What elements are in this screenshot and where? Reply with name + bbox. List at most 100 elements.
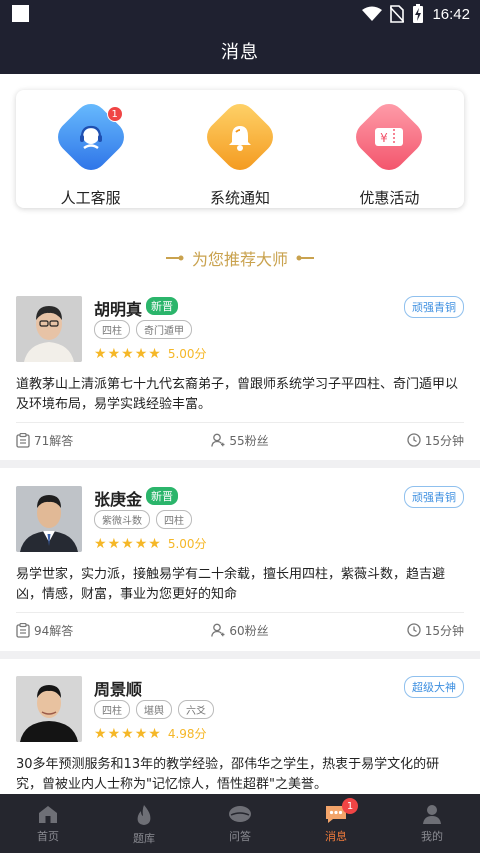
master-stats: 71解答 55粉丝 15分钟 [16,430,464,450]
avatar [16,296,82,362]
star-icon: ★ [148,535,161,552]
quick-action-customer-service[interactable]: 1 人工客服 [16,90,165,208]
flame-icon [137,805,151,825]
master-name: 张庚金 [94,490,143,509]
arrow-left-deco-icon [296,255,314,261]
skill-tag: 堪舆 [136,700,172,719]
card-separator [0,651,480,659]
answers-stat: 71解答 [16,432,73,449]
star-icon: ★ [134,535,148,552]
avatar [16,676,82,742]
top-navbar: 消息 [0,28,480,74]
star-icon: ★ [134,725,148,742]
qa-icon [229,806,251,822]
answers-count: 71解答 [34,433,74,448]
skill-tag: 奇门遁甲 [136,320,192,339]
time-stat: 15分钟 [407,622,464,639]
skill-tag: 六爻 [178,700,214,719]
tab-home[interactable]: 首页 [0,794,96,853]
content-scroll[interactable]: 1 人工客服 系统通知 ¥ 优惠活动 为您推荐大师 胡明真 新晋 顽强青铜 四柱… [0,74,480,794]
fans-count: 55粉丝 [229,433,269,448]
rating-score: 5.00分 [167,537,207,551]
tab-label: 首页 [37,830,59,843]
divider [16,612,464,613]
star-icon: ★ [134,345,148,362]
profile-icon [423,805,441,824]
no-sim-icon [390,5,405,23]
rating-score: 5.00分 [167,347,207,361]
answers-stat: 94解答 [16,622,73,639]
status-bar: 16:42 [0,0,480,28]
clock: 16:42 [432,5,470,23]
new-badge: 新晋 [146,297,178,315]
master-description: 易学世家，实力派，接触易学有二十余载，擅长用四柱，紫薇斗数，趋吉避凶，情感，财富… [16,567,446,602]
fans-stat: 60粉丝 [211,622,269,639]
recommend-section-title: 为您推荐大师 [0,246,480,270]
home-icon [39,806,57,823]
star-icon: ★ [94,345,107,362]
quick-action-promotions[interactable]: ¥ 优惠活动 [315,90,464,208]
card-separator [0,460,480,468]
star-icon: ★ [94,725,107,742]
skill-tags: 四柱 堪舆 六爻 [94,700,214,719]
coupon-icon: ¥ [375,127,404,146]
master-description: 道教茅山上清派第七十九代玄裔弟子，曾跟师系统学习子平四柱、奇门遁甲以及环境布局，… [16,377,459,412]
page-title: 消息 [221,42,259,63]
clipboard-icon [16,622,30,638]
star-icon: ★ [121,345,134,362]
avatar [16,486,82,552]
star-icon: ★ [121,535,134,552]
person-icon [211,623,225,637]
master-card[interactable]: 张庚金 新晋 顽强青铜 紫微斗数 四柱 ★ ★ ★ ★ ★ 5.00分 易学世家… [0,486,480,656]
level-badge: 超级大神 [404,676,464,698]
star-icon: ★ [148,345,161,362]
rating-score: 4.98分 [167,727,207,741]
divider [16,422,464,423]
clock-icon [407,433,421,447]
recommend-title-text: 为您推荐大师 [191,250,288,269]
quick-action-label: 优惠活动 [359,189,420,207]
master-name: 胡明真 [94,300,143,319]
quick-action-label: 系统通知 [209,189,270,207]
skill-tags: 紫微斗数 四柱 [94,510,192,529]
tab-label: 消息 [325,830,347,843]
skill-tag: 四柱 [94,320,130,339]
new-badge: 新晋 [146,487,178,505]
tab-qa[interactable]: 问答 [192,794,288,853]
quick-actions-card: 1 人工客服 系统通知 ¥ 优惠活动 [16,90,464,208]
bottom-tab-bar: 首页 题库 问答 1 消息 我的 [0,794,480,853]
rating: ★ ★ ★ ★ ★ 4.98分 [94,725,207,742]
skill-tag: 四柱 [156,510,192,529]
skill-tag: 紫微斗数 [94,510,150,529]
tab-messages[interactable]: 1 消息 [288,794,384,853]
star-icon: ★ [148,725,161,742]
tab-profile[interactable]: 我的 [384,794,480,853]
bell-icon [228,125,251,151]
star-icon: ★ [121,725,134,742]
messages-badge: 1 [342,798,358,814]
notification-square-icon [12,5,29,22]
tab-question-bank[interactable]: 题库 [96,794,192,853]
star-icon: ★ [107,535,121,552]
level-badge: 顽强青铜 [404,296,464,318]
clock-icon [407,623,421,637]
star-icon: ★ [107,725,121,742]
master-card[interactable]: 胡明真 新晋 顽强青铜 四柱 奇门遁甲 ★ ★ ★ ★ ★ 5.00分 道教茅山… [0,296,480,466]
person-icon [211,433,225,447]
quick-action-system-notice[interactable]: 系统通知 [165,90,314,208]
time-stat: 15分钟 [407,432,464,449]
fans-count: 60粉丝 [229,623,269,638]
master-name: 周景顺 [94,680,143,699]
star-icon: ★ [107,345,121,362]
clipboard-icon [16,432,30,448]
fans-stat: 55粉丝 [211,432,269,449]
arrow-right-deco-icon [165,255,184,261]
master-card[interactable]: 周景顺 超级大神 四柱 堪舆 六爻 ★ ★ ★ ★ ★ 4.98分 30多年预测… [0,676,480,794]
skill-tags: 四柱 奇门遁甲 [94,320,192,339]
battery-charging-icon [413,4,424,23]
skill-tag: 四柱 [94,700,130,719]
tab-label: 题库 [133,832,155,845]
svg-text:¥: ¥ [380,131,388,145]
master-description: 30多年预测服务和13年的教学经验，邵伟华之学生，热衷于易学文化的研究，曾被业内… [16,757,440,792]
customer-service-icon [79,125,102,149]
